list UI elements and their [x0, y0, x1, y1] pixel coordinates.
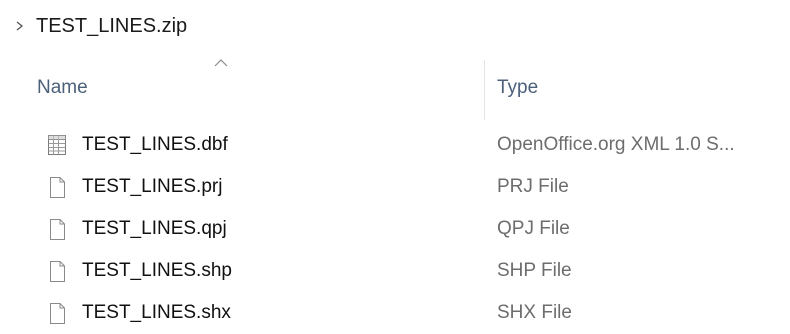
blank-file-icon — [50, 177, 65, 198]
breadcrumb: TEST_LINES.zip — [0, 0, 790, 52]
column-divider[interactable] — [484, 60, 485, 120]
file-type: QPJ File — [497, 218, 570, 239]
column-header-row: Name Type — [0, 52, 790, 124]
file-row[interactable]: TEST_LINES.shp SHP File — [0, 250, 790, 292]
file-row[interactable]: TEST_LINES.shx SHX File — [0, 292, 790, 334]
file-row[interactable]: TEST_LINES.dbf OpenOffice.org XML 1.0 S.… — [0, 124, 790, 166]
file-type: OpenOffice.org XML 1.0 S... — [497, 134, 735, 155]
file-name: TEST_LINES.prj — [82, 176, 223, 197]
file-type: SHX File — [497, 302, 572, 323]
file-name: TEST_LINES.shx — [82, 302, 231, 323]
blank-file-icon — [50, 303, 65, 324]
breadcrumb-item-zip[interactable]: TEST_LINES.zip — [36, 13, 187, 39]
file-type: PRJ File — [497, 176, 569, 197]
column-header-name[interactable]: Name — [37, 75, 88, 101]
file-type: SHP File — [497, 260, 572, 281]
file-name: TEST_LINES.dbf — [82, 134, 228, 155]
chevron-right-icon[interactable] — [14, 17, 26, 35]
blank-file-icon — [50, 219, 65, 240]
file-name: TEST_LINES.shp — [82, 260, 232, 281]
sort-up-icon — [214, 59, 228, 67]
file-row[interactable]: TEST_LINES.prj PRJ File — [0, 166, 790, 208]
file-name: TEST_LINES.qpj — [82, 218, 227, 239]
column-header-type[interactable]: Type — [497, 75, 538, 101]
blank-file-icon — [50, 261, 65, 282]
file-row[interactable]: TEST_LINES.qpj QPJ File — [0, 208, 790, 250]
spreadsheet-file-icon — [48, 135, 66, 155]
